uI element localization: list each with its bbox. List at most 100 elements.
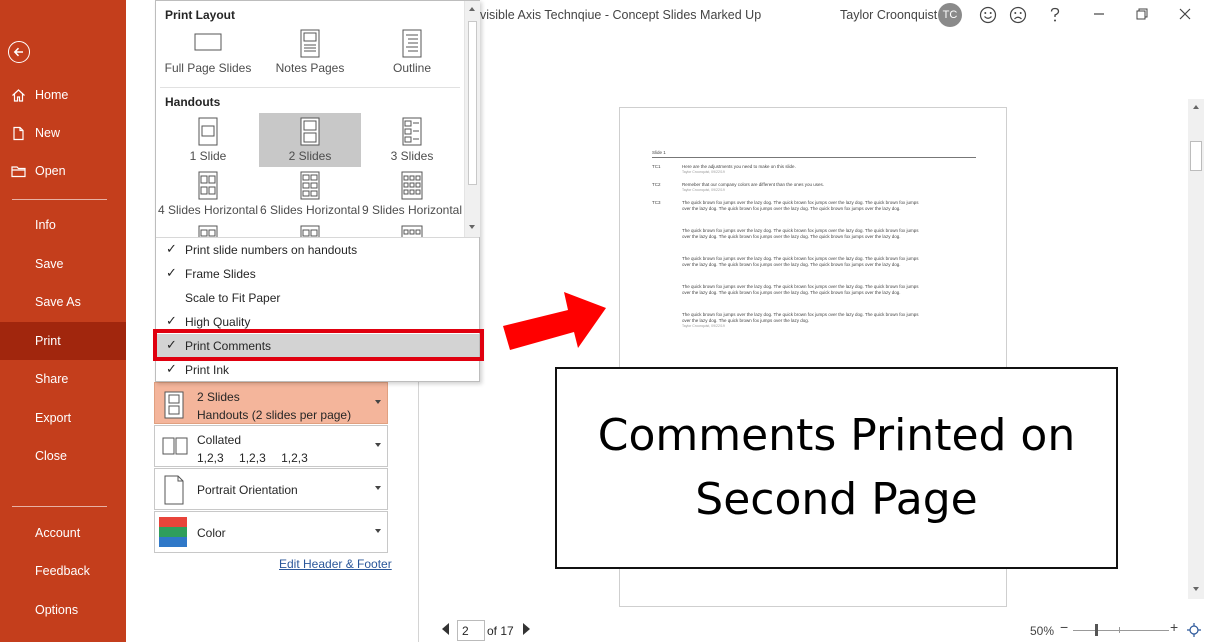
nav-share[interactable]: Share [0, 360, 126, 398]
next-page-button[interactable] [523, 623, 530, 635]
orientation-title: Portrait Orientation [197, 483, 298, 497]
collation-title: Collated [197, 433, 242, 447]
nav-options[interactable]: Options [0, 591, 126, 629]
scroll-down-icon[interactable] [469, 225, 475, 229]
handout-1-slide[interactable]: 1 Slide [157, 113, 259, 167]
option-print-ink[interactable]: ✓ Print Ink [156, 358, 479, 382]
handout-3-slides[interactable]: 3 Slides [361, 113, 463, 167]
frown-icon[interactable] [1009, 6, 1027, 27]
nine-slides-icon [400, 171, 424, 204]
comment-id: TC3 [652, 200, 661, 205]
layout-setting-title: 2 Slides [197, 390, 240, 404]
new-doc-icon [11, 126, 31, 141]
collation-seq-1: 1,2,3 [197, 451, 224, 465]
scroll-up-icon[interactable] [469, 7, 475, 11]
nav-feedback-label: Feedback [35, 564, 90, 578]
handout-4-slides-horizontal[interactable]: 4 Slides Horizontal [157, 167, 259, 221]
layout-full-page-slides[interactable]: Full Page Slides [157, 25, 259, 79]
print-layout-heading: Print Layout [165, 8, 236, 22]
edit-header-footer-link[interactable]: Edit Header & Footer [279, 557, 392, 571]
preview-scrollbar[interactable] [1188, 99, 1204, 599]
handouts-heading: Handouts [165, 95, 221, 109]
nav-save-as[interactable]: Save As [0, 283, 126, 321]
nav-open-label: Open [35, 164, 66, 178]
comment-meta: Taylor Croonquist, 09/22/19 [682, 324, 725, 328]
layout-label: Outline [392, 61, 432, 75]
zoom-in-button[interactable]: + [1170, 619, 1178, 635]
zoom-slider-thumb[interactable] [1095, 624, 1098, 636]
nav-new[interactable]: New [0, 114, 126, 152]
page-count-label: of 17 [487, 624, 514, 638]
comment-body: The quick brown fox jumps over the lazy … [682, 312, 922, 329]
option-label: Print Ink [185, 363, 230, 377]
home-icon [11, 88, 31, 103]
option-scale-to-fit[interactable]: Scale to Fit Paper [156, 286, 479, 310]
nav-options-label: Options [35, 603, 79, 617]
zoom-slider[interactable] [1073, 630, 1169, 631]
minimize-icon[interactable] [1093, 8, 1105, 23]
nav-info[interactable]: Info [0, 206, 126, 244]
layout-outline[interactable]: Outline [361, 25, 463, 79]
comment-text: The quick brown fox jumps over the lazy … [682, 256, 919, 267]
handout-label: 9 Slides Horizontal [361, 203, 463, 217]
nav-account[interactable]: Account [0, 514, 126, 552]
callout-line-2: Second Page [695, 474, 978, 525]
nav-info-label: Info [35, 218, 56, 232]
handout-row-partial [361, 221, 463, 237]
option-label: Scale to Fit Paper [185, 291, 281, 305]
gallery-scrollbar[interactable] [464, 1, 480, 237]
smile-icon[interactable] [979, 6, 997, 27]
nav-account-label: Account [35, 526, 81, 540]
nav-separator [12, 199, 107, 200]
six-slides-icon [298, 171, 322, 204]
orientation-dropdown[interactable]: Portrait Orientation [154, 468, 388, 510]
document-title: visible Axis Technqiue - Concept Slides … [480, 8, 762, 22]
nav-export[interactable]: Export [0, 399, 126, 437]
nav-separator [12, 506, 107, 507]
handout-9-slides-horizontal[interactable]: 9 Slides Horizontal [361, 167, 463, 221]
print-comments-highlight-box [153, 329, 484, 361]
option-print-slide-numbers[interactable]: ✓ Print slide numbers on handouts [156, 238, 479, 262]
handout-6-slides-horizontal[interactable]: 6 Slides Horizontal [259, 167, 361, 221]
folder-icon [11, 164, 31, 179]
help-icon[interactable] [1049, 7, 1061, 26]
layout-notes-pages[interactable]: Notes Pages [259, 25, 361, 79]
zoom-to-page-icon[interactable] [1187, 623, 1201, 640]
nav-save[interactable]: Save [0, 245, 126, 283]
back-button[interactable] [8, 41, 30, 63]
three-slides-icon [400, 117, 424, 150]
collation-seq-3: 1,2,3 [281, 451, 308, 465]
notes-pages-icon [298, 29, 322, 62]
checkmark-icon: ✓ [166, 361, 177, 376]
option-frame-slides[interactable]: ✓ Frame Slides [156, 262, 479, 286]
nav-feedback[interactable]: Feedback [0, 552, 126, 590]
collated-pages-icon [161, 436, 189, 459]
color-dropdown[interactable]: Color [154, 511, 388, 553]
nav-home[interactable]: Home [0, 76, 126, 114]
avatar[interactable]: TC [938, 3, 962, 27]
nav-print[interactable]: Print [0, 322, 126, 360]
handout-row-partial [259, 221, 361, 237]
nav-open[interactable]: Open [0, 152, 126, 190]
nav-save-label: Save [35, 257, 64, 271]
previous-page-button[interactable] [442, 623, 449, 635]
scroll-up-icon[interactable] [1193, 105, 1199, 109]
collation-dropdown[interactable]: Collated 1,2,3 1,2,3 1,2,3 [154, 425, 388, 467]
scroll-down-icon[interactable] [1193, 587, 1199, 591]
nav-share-label: Share [35, 372, 69, 386]
page-number-input[interactable] [457, 620, 485, 641]
option-label: Frame Slides [185, 267, 256, 281]
handout-2-slides[interactable]: 2 Slides [259, 113, 361, 167]
preview-scroll-thumb[interactable] [1190, 141, 1202, 171]
zoom-out-button[interactable]: − [1060, 619, 1068, 635]
zoom-level[interactable]: 50% [1030, 624, 1054, 638]
user-name[interactable]: Taylor Croonquist [840, 8, 937, 22]
page-rule [652, 157, 976, 158]
gallery-scroll-thumb[interactable] [468, 21, 477, 185]
nav-home-label: Home [35, 88, 69, 102]
layout-setting-dropdown[interactable]: 2 Slides Handouts (2 slides per page) [154, 382, 388, 424]
restore-icon[interactable] [1136, 8, 1148, 23]
nav-save-as-label: Save As [35, 295, 81, 309]
close-icon[interactable] [1179, 8, 1191, 23]
nav-close[interactable]: Close [0, 437, 126, 475]
